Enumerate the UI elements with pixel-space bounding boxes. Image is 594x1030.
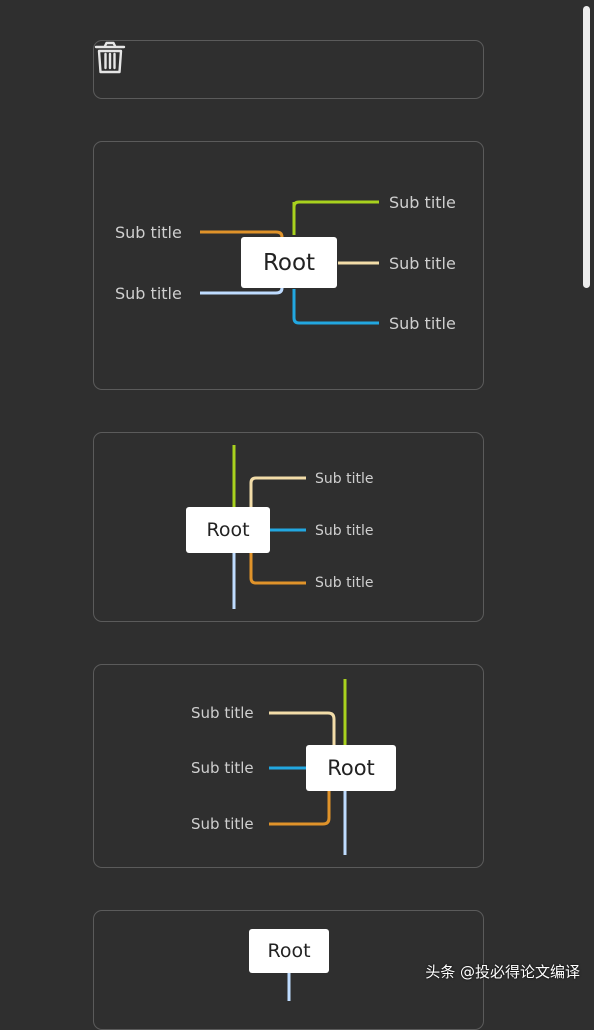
connector-lines <box>269 679 347 855</box>
layout-option-balanced[interactable]: Root Sub title Sub title Sub title Sub t… <box>93 141 484 390</box>
connector-line <box>249 553 306 585</box>
sub-title-label: Sub title <box>389 314 456 333</box>
connector-line <box>269 711 336 745</box>
sub-title-label: Sub title <box>191 759 254 777</box>
root-node: Root <box>306 745 396 791</box>
layout-option-right[interactable]: Root Sub title Sub title Sub title <box>93 432 484 622</box>
sub-title-label: Sub title <box>115 223 182 242</box>
watermark: 头条 @投必得论文编译 <box>425 963 580 981</box>
root-node: Root <box>249 929 329 973</box>
connector-line <box>200 287 284 295</box>
connector-line <box>249 476 306 507</box>
sub-title-label: Sub title <box>315 523 374 539</box>
sub-title-label: Sub title <box>389 193 456 212</box>
connector-line <box>292 200 379 208</box>
sub-title-label: Sub title <box>191 815 254 833</box>
scrollbar[interactable] <box>583 6 590 288</box>
trash-icon <box>94 41 126 74</box>
sub-title-label: Sub title <box>315 471 374 487</box>
connector-lines <box>232 445 306 609</box>
sub-title-label: Sub title <box>315 575 374 591</box>
root-node: Root <box>241 237 337 288</box>
sub-title-label: Sub title <box>191 704 254 722</box>
connector-line <box>292 289 379 325</box>
root-node: Root <box>186 507 270 553</box>
delete-card[interactable] <box>93 40 484 99</box>
sub-title-label: Sub title <box>389 254 456 273</box>
connector-line <box>269 791 331 826</box>
layout-option-left[interactable]: Root Sub title Sub title Sub title <box>93 664 484 868</box>
sub-title-label: Sub title <box>115 284 182 303</box>
